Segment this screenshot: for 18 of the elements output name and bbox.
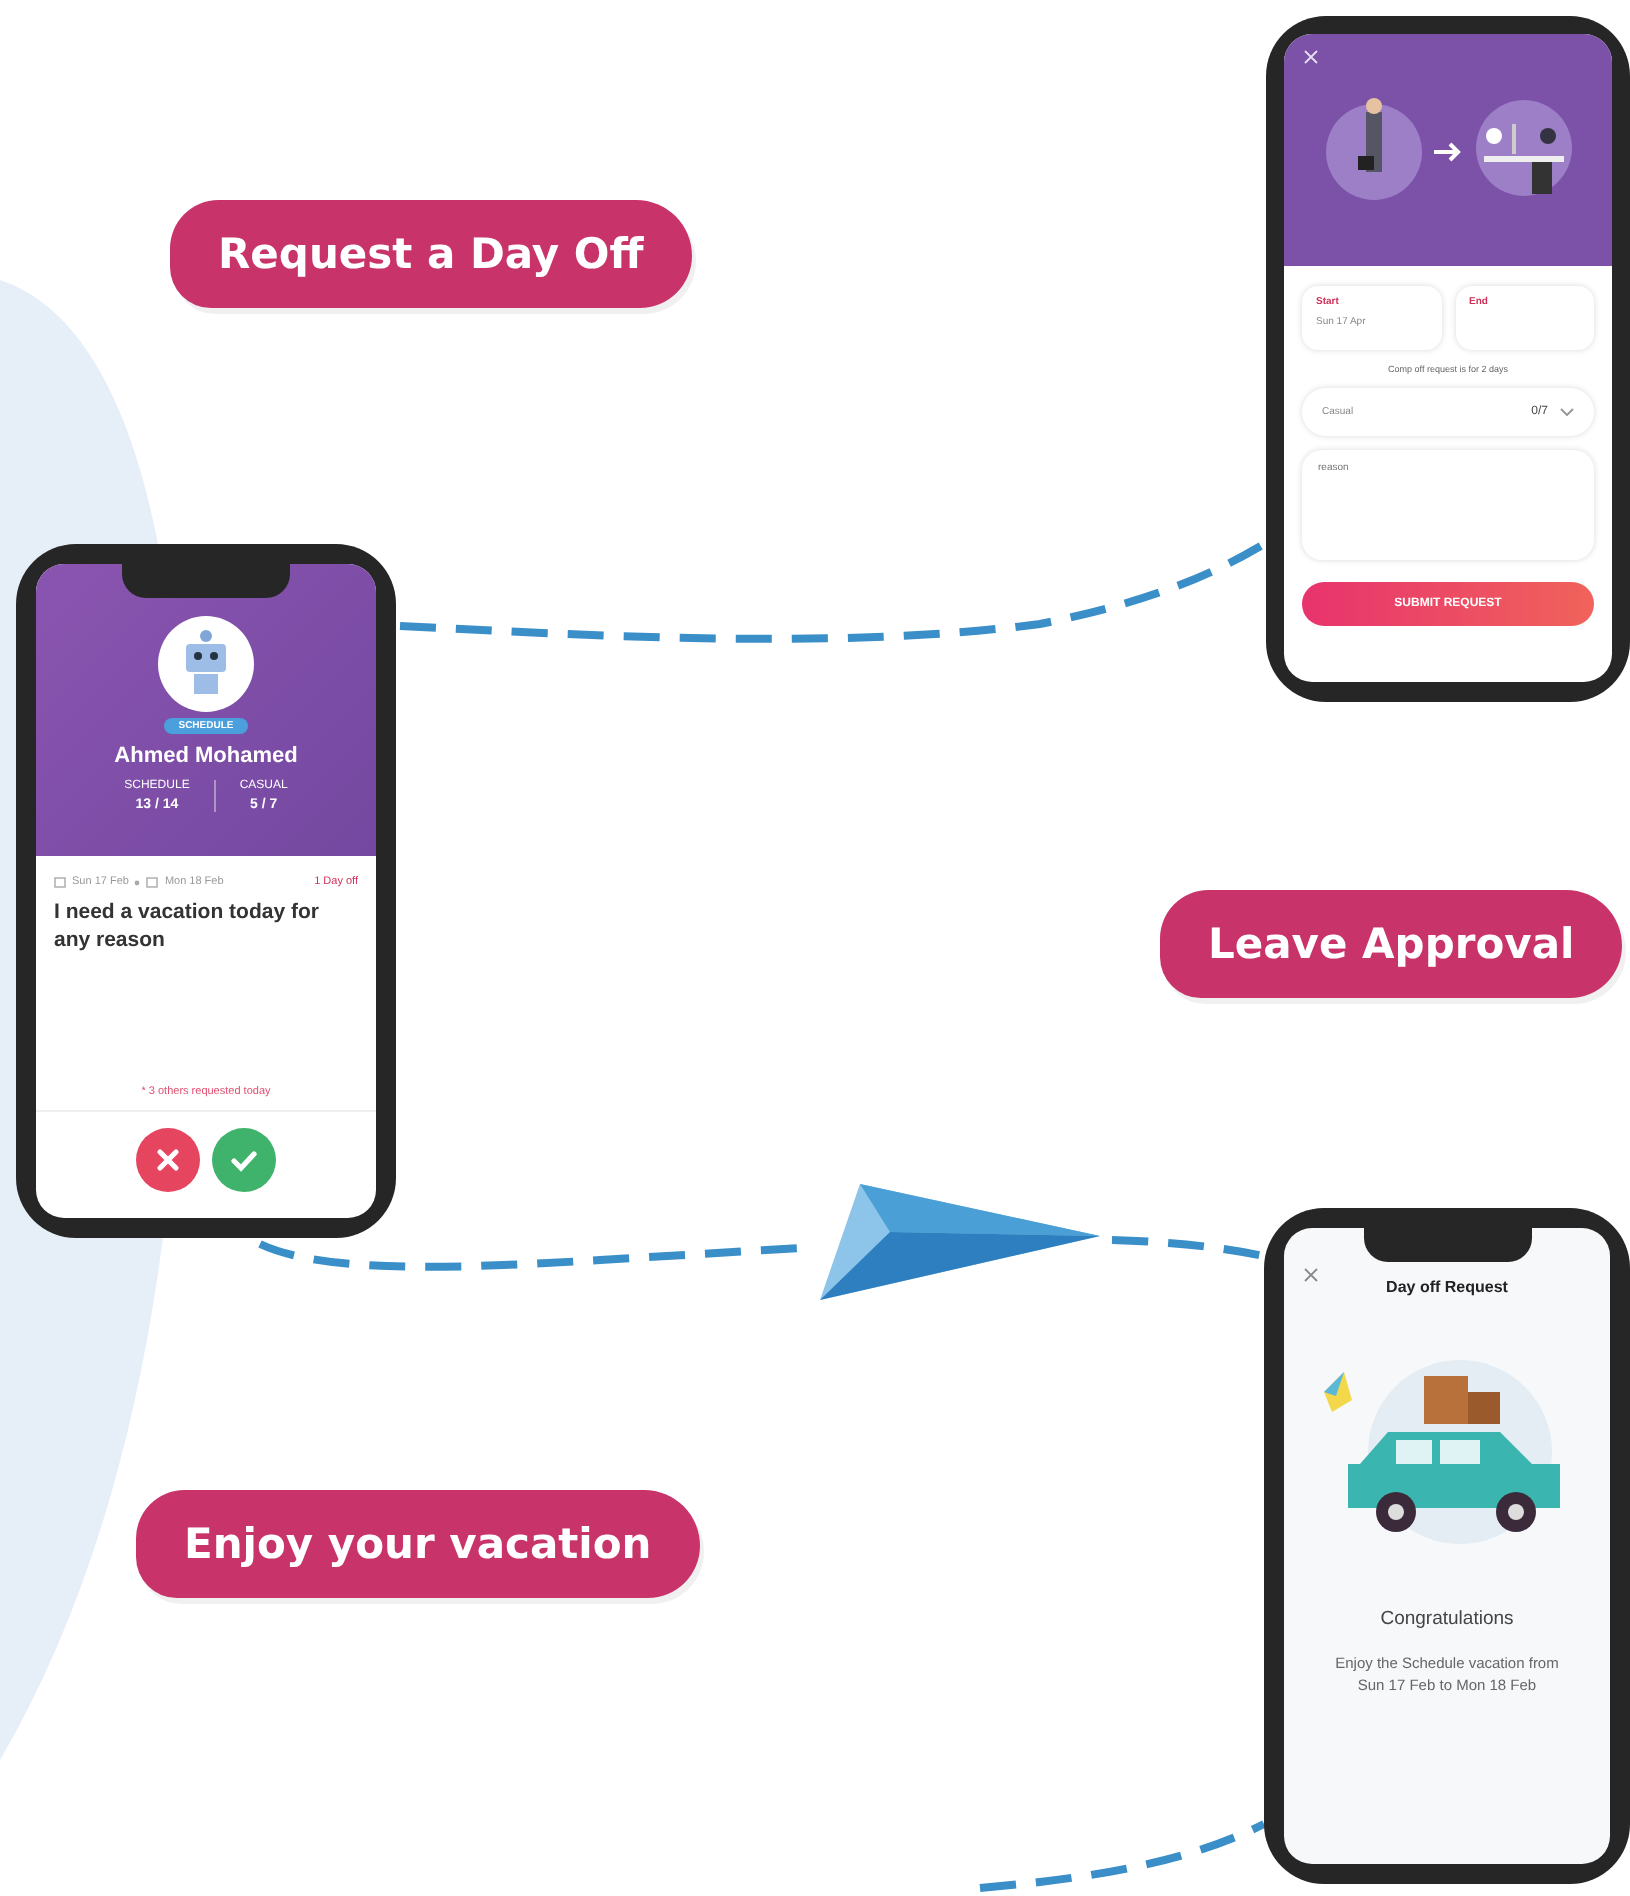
screen-title: Day off Request: [1386, 1278, 1508, 1296]
request-message: I need a vacation today for any reason: [54, 900, 321, 955]
robot-icon: [180, 630, 232, 698]
banner-label: Leave Approval: [1160, 890, 1623, 998]
reject-button[interactable]: [136, 1128, 200, 1192]
chevron-down-icon: [1560, 408, 1574, 416]
paper-plane-icon: [820, 1184, 1100, 1300]
close-icon: [156, 1148, 180, 1172]
calendar-icon: [54, 876, 66, 888]
close-icon[interactable]: [1304, 1268, 1318, 1282]
banner-label: Enjoy your vacation: [136, 1490, 700, 1598]
separator-dot: [134, 879, 141, 885]
calendar-icon: [146, 876, 159, 888]
check-icon: [230, 1149, 258, 1171]
approve-button[interactable]: [212, 1128, 276, 1192]
congratulations-heading: Congratulations: [1380, 1608, 1514, 1630]
employee-name: Ahmed Mohamed: [114, 744, 298, 768]
banner-label: Request a Day Off: [170, 200, 692, 308]
